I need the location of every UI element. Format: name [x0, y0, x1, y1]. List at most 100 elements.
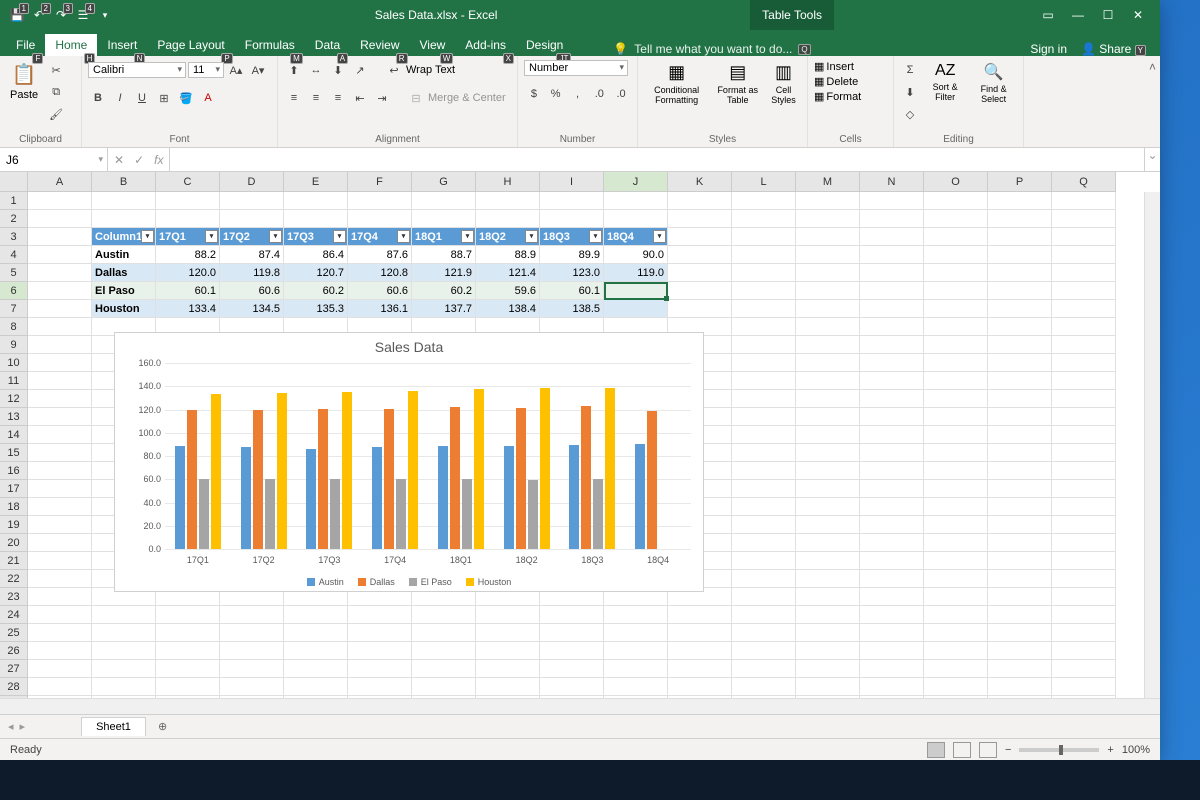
cell[interactable] [924, 696, 988, 698]
ribbon-display-options-icon[interactable]: ▭ [1034, 5, 1062, 25]
cell[interactable] [604, 642, 668, 660]
cell[interactable] [348, 210, 412, 228]
cell[interactable] [28, 408, 92, 426]
cell[interactable] [540, 624, 604, 642]
cell[interactable] [796, 444, 860, 462]
cell[interactable] [732, 282, 796, 300]
cell[interactable]: 88.9 [476, 246, 540, 264]
cell[interactable] [988, 408, 1052, 426]
column-header[interactable]: A [28, 172, 92, 192]
cell[interactable] [220, 696, 284, 698]
insert-cells-button[interactable]: ▦ Insert [814, 60, 861, 73]
cell[interactable] [988, 192, 1052, 210]
cell[interactable] [28, 552, 92, 570]
cell[interactable] [796, 210, 860, 228]
cell[interactable] [860, 606, 924, 624]
cell[interactable] [28, 624, 92, 642]
cell[interactable] [796, 624, 860, 642]
align-mid-icon[interactable]: ↔ [306, 60, 326, 80]
autosum-icon[interactable]: Σ [900, 60, 920, 80]
cell[interactable]: 18Q4▾ [604, 228, 668, 246]
cell[interactable] [924, 282, 988, 300]
row-header[interactable]: 14 [0, 426, 28, 444]
cell[interactable] [860, 444, 924, 462]
cell[interactable] [668, 624, 732, 642]
cell[interactable] [988, 696, 1052, 698]
cell[interactable] [796, 480, 860, 498]
share-button[interactable]: 👤 Share Y [1081, 42, 1146, 56]
cell[interactable] [796, 354, 860, 372]
cell[interactable] [348, 606, 412, 624]
cell[interactable] [924, 462, 988, 480]
cell[interactable] [1052, 354, 1116, 372]
cell[interactable]: 121.9 [412, 264, 476, 282]
cell[interactable]: 123.0 [540, 264, 604, 282]
cell[interactable] [156, 660, 220, 678]
row-header[interactable]: 7 [0, 300, 28, 318]
cell[interactable] [988, 642, 1052, 660]
cell[interactable] [220, 606, 284, 624]
cell[interactable] [28, 588, 92, 606]
cell[interactable] [860, 588, 924, 606]
cell[interactable] [796, 372, 860, 390]
cell[interactable] [1052, 408, 1116, 426]
cell[interactable] [732, 192, 796, 210]
tab-home[interactable]: HomeH [45, 34, 97, 56]
cell[interactable] [796, 228, 860, 246]
cell[interactable] [988, 534, 1052, 552]
cell[interactable] [28, 210, 92, 228]
cell[interactable] [1052, 606, 1116, 624]
cell[interactable] [988, 678, 1052, 696]
cell[interactable] [156, 678, 220, 696]
filter-dropdown-icon[interactable]: ▾ [205, 230, 218, 243]
cell[interactable] [156, 624, 220, 642]
cell[interactable] [796, 462, 860, 480]
cell[interactable] [1052, 246, 1116, 264]
cell[interactable] [28, 354, 92, 372]
row-header[interactable]: 29 [0, 696, 28, 698]
cell[interactable] [540, 642, 604, 660]
cell[interactable] [412, 606, 476, 624]
cell[interactable]: 120.8 [348, 264, 412, 282]
cell[interactable] [220, 678, 284, 696]
row-header[interactable]: 19 [0, 516, 28, 534]
cell[interactable] [348, 696, 412, 698]
collapse-ribbon-icon[interactable]: ˄ [1145, 56, 1160, 147]
cell[interactable] [732, 624, 796, 642]
cell[interactable]: 60.2 [284, 282, 348, 300]
cell[interactable] [732, 444, 796, 462]
cell[interactable]: 18Q3▾ [540, 228, 604, 246]
fx-icon[interactable]: fx [154, 153, 163, 167]
cell[interactable] [796, 426, 860, 444]
cell[interactable]: 60.2 [412, 282, 476, 300]
cell[interactable]: 60.1 [540, 282, 604, 300]
row-header[interactable]: 17 [0, 480, 28, 498]
cell[interactable] [924, 552, 988, 570]
cell[interactable] [860, 534, 924, 552]
cell[interactable]: 87.4 [220, 246, 284, 264]
cell[interactable]: 119.8 [220, 264, 284, 282]
cell[interactable] [412, 192, 476, 210]
cell[interactable] [924, 228, 988, 246]
column-header[interactable]: Q [1052, 172, 1116, 192]
cell[interactable] [796, 192, 860, 210]
cell[interactable] [796, 678, 860, 696]
cell[interactable] [1052, 588, 1116, 606]
new-sheet-button[interactable]: ⊕ [146, 720, 179, 733]
cell[interactable] [860, 552, 924, 570]
zoom-in-button[interactable]: + [1107, 744, 1113, 756]
column-header[interactable]: P [988, 172, 1052, 192]
filter-dropdown-icon[interactable]: ▾ [141, 230, 154, 243]
row-header[interactable]: 13 [0, 408, 28, 426]
tab-file[interactable]: FileF [6, 34, 45, 56]
zoom-out-button[interactable]: − [1005, 744, 1011, 756]
cell[interactable] [476, 660, 540, 678]
cell[interactable] [284, 210, 348, 228]
cell[interactable] [860, 300, 924, 318]
tellme-input[interactable]: Tell me what you want to do... [634, 42, 792, 56]
cell[interactable] [924, 318, 988, 336]
cell[interactable] [924, 300, 988, 318]
column-header[interactable]: H [476, 172, 540, 192]
name-box[interactable]: J6 [0, 148, 108, 171]
cell[interactable] [796, 282, 860, 300]
